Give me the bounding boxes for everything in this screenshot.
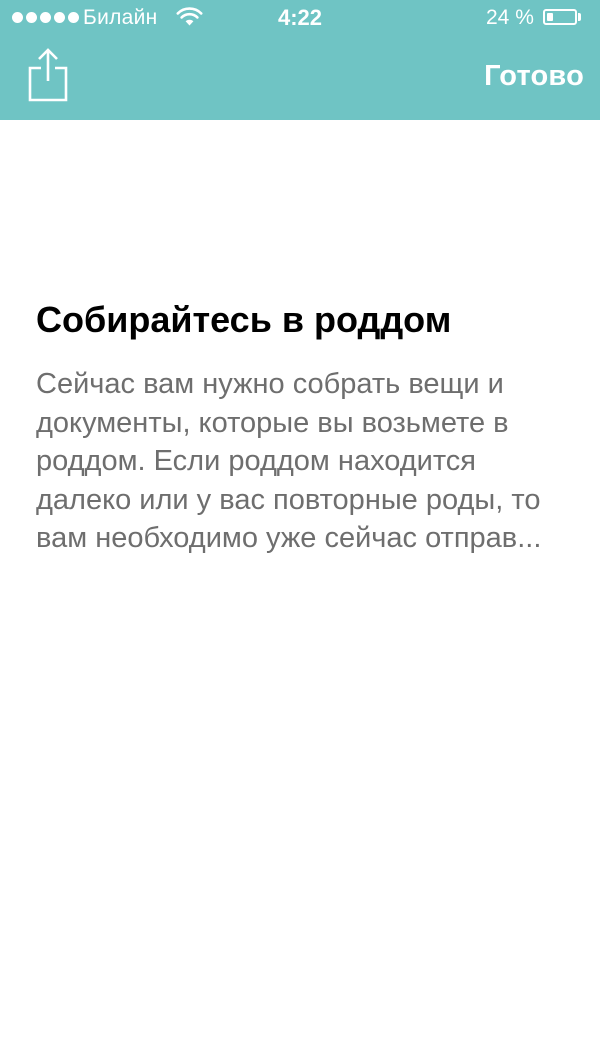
article-content: Собирайтесь в роддом Сейчас вам нужно со… bbox=[36, 297, 576, 558]
status-bar: Билайн 4:22 24 % bbox=[0, 0, 600, 36]
battery-level-fill bbox=[547, 13, 553, 21]
article-title: Собирайтесь в роддом bbox=[36, 299, 452, 340]
battery-percentage: 24 % bbox=[486, 6, 534, 29]
battery-tip bbox=[578, 13, 581, 21]
share-button[interactable] bbox=[26, 46, 70, 102]
battery-icon bbox=[543, 9, 577, 25]
share-icon bbox=[28, 48, 68, 102]
top-bar: Билайн 4:22 24 % Готово bbox=[0, 0, 600, 120]
article-body: Сейчас вам нужно собрать вещи и документ… bbox=[36, 368, 542, 554]
done-button[interactable]: Готово bbox=[484, 60, 584, 93]
